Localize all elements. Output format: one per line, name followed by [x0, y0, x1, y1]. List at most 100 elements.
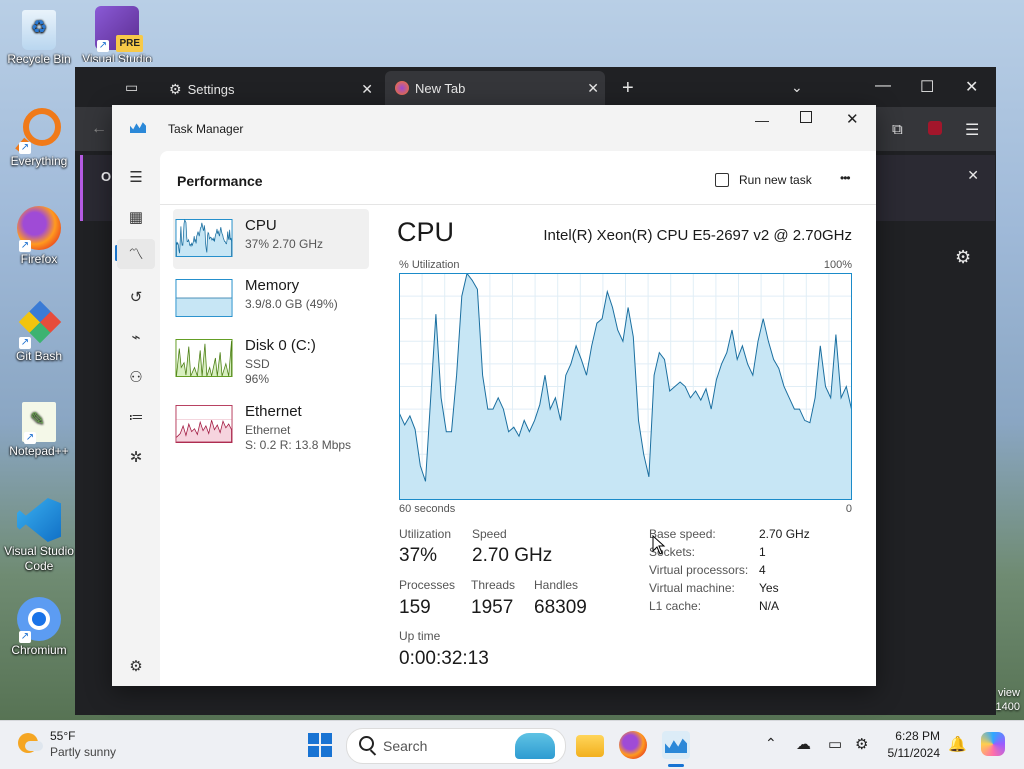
cpu-thumbnail: [175, 219, 233, 257]
perf-item-name: CPU: [245, 217, 277, 234]
processes-icon[interactable]: ▦: [126, 208, 146, 228]
settings-gear-icon[interactable]: ⚙: [955, 247, 971, 268]
desktop-icon-label: Everything: [10, 154, 68, 168]
extensions-icon[interactable]: ⧉: [892, 121, 903, 138]
desktop-icon-label: Visual Studio Code: [4, 544, 74, 573]
firefox-icon: [395, 81, 409, 95]
windows-logo-icon: [308, 733, 319, 744]
start-button[interactable]: [308, 733, 332, 757]
maximize-button[interactable]: [800, 111, 812, 123]
memory-thumbnail: [175, 279, 233, 317]
volume-icon[interactable]: ⚙: [855, 735, 868, 753]
services-icon[interactable]: ✲: [126, 448, 146, 468]
close-icon[interactable]: ✕: [967, 167, 979, 184]
users-icon[interactable]: ⚇: [126, 368, 146, 388]
desktop-icon-recycle-bin[interactable]: ♻ Recycle Bin: [3, 10, 75, 67]
details-icon[interactable]: ≔: [126, 408, 146, 428]
close-button[interactable]: ✕: [965, 77, 978, 97]
desktop-icon-vscode[interactable]: Visual Studio Code: [3, 498, 75, 574]
perf-item-disk[interactable]: Disk 0 (C:) SSD 96%: [173, 329, 369, 389]
tab-new-tab[interactable]: New Tab ✕: [385, 71, 605, 105]
task-manager-taskbar-icon[interactable]: [662, 731, 690, 759]
desktop-icon-everything[interactable]: ↗ Everything: [3, 108, 75, 169]
show-hidden-icons-chevron-icon[interactable]: ⌃: [765, 735, 777, 752]
uptime-label: Up time: [399, 629, 441, 643]
clock-time[interactable]: 6:28 PM: [888, 729, 940, 743]
display-icon[interactable]: ▭: [828, 735, 842, 753]
throughput: S: 0.2 R: 13.8 Mbps: [245, 438, 352, 452]
desktop-icon-notepad-plus-plus[interactable]: ✎ ↗ Notepad++: [3, 402, 75, 459]
close-button[interactable]: ✕: [846, 110, 859, 128]
copilot-icon[interactable]: [981, 732, 1005, 756]
hamburger-menu-icon[interactable]: ☰: [126, 168, 146, 188]
settings-icon[interactable]: ⚙: [126, 657, 146, 677]
tab-settings[interactable]: ⚙ Settings ✕: [159, 73, 379, 105]
desktop-icon-git-bash[interactable]: ↗ Git Bash: [3, 300, 75, 364]
new-tab-button[interactable]: +: [622, 77, 634, 100]
network-offline-icon[interactable]: ☁: [796, 735, 811, 753]
git-bash-icon: ↗: [17, 300, 62, 349]
tab-actions-button[interactable]: ▭: [125, 79, 138, 96]
ethernet-thumbnail: [175, 405, 233, 443]
chart-x-right-label: 0: [845, 503, 852, 515]
virtual-processors-value: 4: [759, 563, 766, 577]
task-manager-logo-icon: [130, 122, 146, 133]
minimize-button[interactable]: —: [875, 77, 891, 95]
perf-item-name: Disk 0 (C:): [245, 337, 316, 354]
active-app-indicator: [668, 764, 684, 767]
more-options-button[interactable]: •••: [840, 171, 851, 185]
tab-list-chevron-icon[interactable]: ⌄: [791, 79, 803, 96]
minimize-button[interactable]: —: [755, 112, 769, 128]
app-history-icon[interactable]: ↺: [126, 288, 146, 308]
weather-temp: 55°F: [50, 729, 76, 743]
speed-label: Speed: [472, 527, 507, 541]
l1-cache-label: L1 cache:: [649, 599, 702, 613]
perf-item-detail: 37% 2.70 GHz: [245, 237, 324, 251]
back-icon[interactable]: ←: [91, 120, 107, 138]
preview-text: view: [997, 687, 1020, 699]
tab-label: Settings: [187, 81, 235, 97]
maximize-button[interactable]: ☐: [920, 77, 934, 97]
utilization-label: Utilization: [399, 527, 452, 541]
gear-icon: ⚙: [169, 80, 182, 97]
clock-date[interactable]: 5/11/2024: [882, 746, 941, 760]
search-box[interactable]: Search: [346, 728, 566, 764]
performance-icon: 〽: [128, 246, 144, 263]
startup-apps-icon[interactable]: ⌁: [126, 328, 146, 348]
perf-item-detail: Ethernet S: 0.2 R: 13.8 Mbps: [245, 423, 351, 453]
processes-label: Processes: [399, 578, 456, 592]
ublock-icon[interactable]: [928, 121, 942, 135]
virtual-machine-label: Virtual machine:: [649, 581, 735, 595]
perf-item-detail: SSD 96%: [245, 357, 270, 387]
file-explorer-icon[interactable]: [576, 735, 604, 757]
close-icon[interactable]: ✕: [587, 80, 599, 97]
page-title: Performance: [177, 173, 263, 189]
desktop-icon-chromium[interactable]: ↗ Chromium: [3, 597, 75, 658]
perf-item-memory[interactable]: Memory 3.9/8.0 GB (49%): [173, 269, 369, 329]
disk-type: SSD: [245, 357, 270, 371]
desktop-icon-firefox[interactable]: ↗ Firefox: [3, 206, 75, 267]
perf-item-cpu[interactable]: CPU 37% 2.70 GHz: [173, 209, 369, 269]
weather-desc: Partly sunny: [50, 745, 117, 759]
mouse-cursor-icon: [652, 535, 666, 555]
navigation-sidebar: ☰ ▦ 〽 ↺ ⌁ ⚇ ≔ ✲ ⚙: [112, 151, 160, 686]
perf-item-name: Memory: [245, 277, 300, 294]
base-speed-value: 2.70 GHz: [759, 527, 810, 541]
desktop-icon-label: Firefox: [20, 252, 58, 266]
perf-item-ethernet[interactable]: Ethernet Ethernet S: 0.2 R: 13.8 Mbps: [173, 395, 369, 455]
chart-y-label: % Utilization: [399, 259, 460, 271]
desktop-icon-visual-studio[interactable]: PRE ↗ Visual Studio: [81, 6, 153, 62]
search-placeholder: Search: [383, 738, 428, 754]
search-highlight-icon: [515, 733, 555, 759]
notification-bell-icon[interactable]: 🔔: [948, 735, 967, 753]
weather-widget[interactable]: 55°F Partly sunny: [16, 727, 156, 763]
tab-label: New Tab: [415, 80, 466, 96]
cpu-utilization-chart: [399, 273, 852, 500]
firefox-taskbar-icon[interactable]: [619, 731, 647, 759]
chart-y-max: 100%: [823, 259, 852, 271]
pre-badge: PRE: [116, 35, 143, 52]
menu-icon[interactable]: ☰: [965, 120, 979, 140]
close-icon[interactable]: ✕: [361, 81, 373, 98]
desktop-icon-label: Recycle Bin: [7, 52, 71, 66]
run-new-task-button[interactable]: Run new task: [715, 167, 812, 193]
